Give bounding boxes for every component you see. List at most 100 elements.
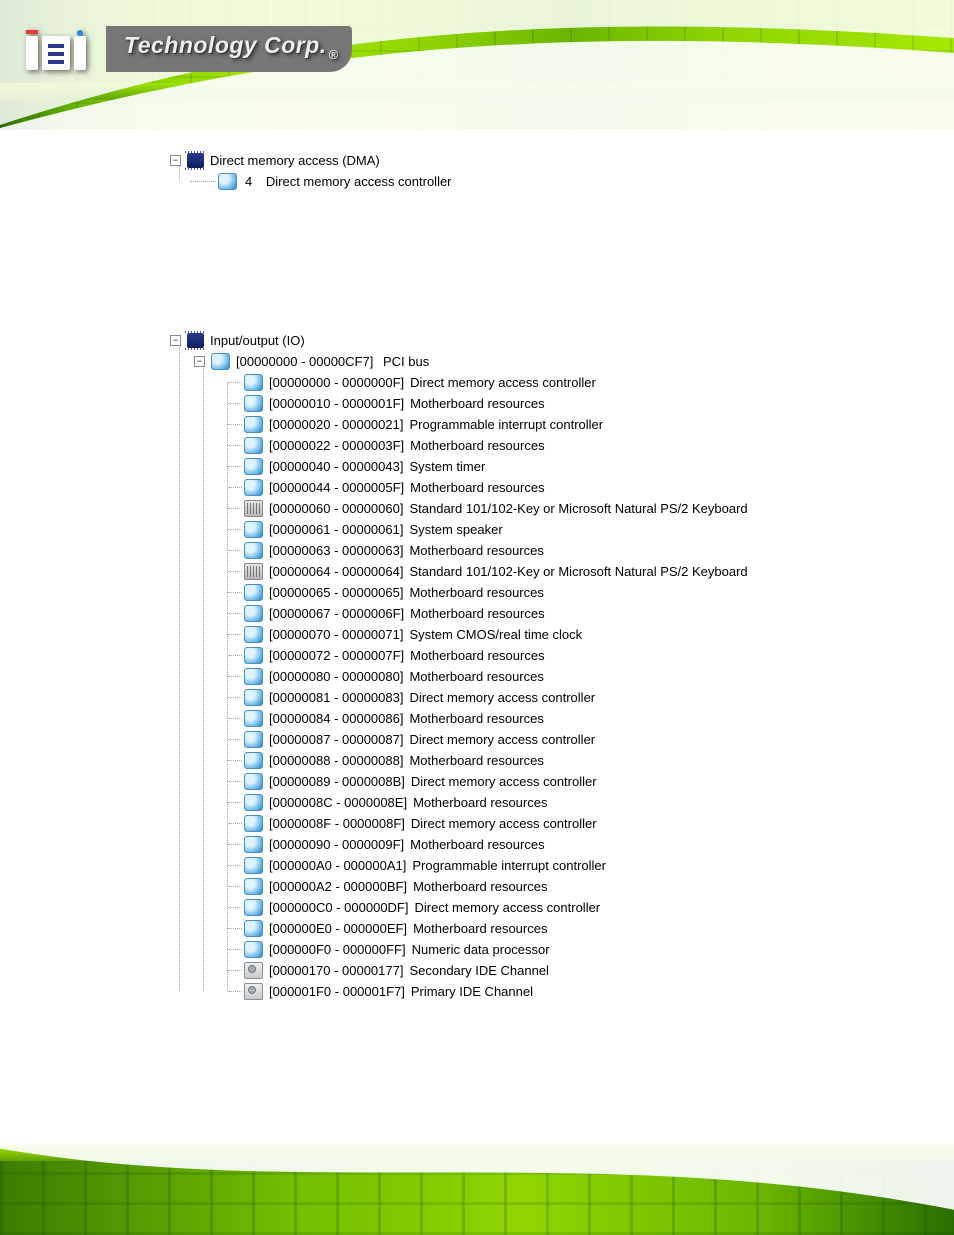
device-icon (211, 353, 230, 370)
io-item-label: [00000000 - 0000000F]Direct memory acces… (269, 375, 596, 390)
io-item-desc: Motherboard resources (404, 438, 544, 453)
io-item-range: [00000063 - 00000063] (269, 543, 403, 558)
io-item-row[interactable]: [0000008F - 0000008F]Direct memory acces… (170, 813, 954, 834)
io-item-row[interactable]: [00000063 - 00000063]Motherboard resourc… (170, 540, 954, 561)
io-item-row[interactable]: [0000008C - 0000008E]Motherboard resourc… (170, 792, 954, 813)
tree-connector (228, 403, 242, 405)
io-root-row[interactable]: − Input/output (IO) (170, 330, 954, 351)
dma-channel-desc: Direct memory access controller (266, 174, 452, 189)
tree-connector (228, 823, 242, 825)
io-item-row[interactable]: [00000087 - 00000087]Direct memory acces… (170, 729, 954, 750)
dma-channel-row[interactable]: 4 Direct memory access controller (170, 171, 954, 192)
dma-channel-number: 4 (243, 174, 262, 189)
io-item-row[interactable]: [00000060 - 00000060]Standard 101/102-Ke… (170, 498, 954, 519)
io-item-row[interactable]: [000001F0 - 000001F7]Primary IDE Channel (170, 981, 954, 1002)
io-item-desc: Programmable interrupt controller (403, 417, 603, 432)
tree-connector (228, 802, 242, 804)
io-item-range: [00000022 - 0000003F] (269, 438, 404, 453)
chip-icon (187, 153, 204, 168)
io-item-range: [0000008C - 0000008E] (269, 795, 407, 810)
io-item-desc: Direct memory access controller (403, 732, 595, 747)
device-icon (244, 773, 263, 790)
io-item-desc: Motherboard resources (407, 795, 547, 810)
tree-connector (228, 571, 242, 573)
io-bus-range: [00000000 - 00000CF7] (236, 354, 373, 369)
io-item-row[interactable]: [00000061 - 00000061]System speaker (170, 519, 954, 540)
io-item-row[interactable]: [000000C0 - 000000DF]Direct memory acces… (170, 897, 954, 918)
device-icon (244, 374, 263, 391)
io-item-row[interactable]: [00000010 - 0000001F]Motherboard resourc… (170, 393, 954, 414)
device-icon (244, 668, 263, 685)
io-item-desc: Motherboard resources (404, 648, 544, 663)
io-item-desc: Motherboard resources (403, 753, 543, 768)
tree-connector (228, 676, 242, 678)
io-item-label: [00000010 - 0000001F]Motherboard resourc… (269, 396, 545, 411)
io-bus-row[interactable]: − [00000000 - 00000CF7] PCI bus (170, 351, 954, 372)
footer-banner (0, 1145, 954, 1235)
io-item-label: [00000065 - 00000065]Motherboard resourc… (269, 585, 544, 600)
device-icon (244, 920, 263, 937)
io-item-row[interactable]: [00000020 - 00000021]Programmable interr… (170, 414, 954, 435)
io-item-row[interactable]: [00000040 - 00000043]System timer (170, 456, 954, 477)
io-item-desc: Numeric data processor (406, 942, 550, 957)
tree-connector (228, 718, 242, 720)
tree-connector (228, 529, 242, 531)
io-item-desc: Motherboard resources (404, 837, 544, 852)
tree-connector (228, 781, 242, 783)
io-item-desc: Programmable interrupt controller (406, 858, 606, 873)
io-item-row[interactable]: [000000F0 - 000000FF]Numeric data proces… (170, 939, 954, 960)
io-item-desc: Motherboard resources (403, 585, 543, 600)
io-item-row[interactable]: [00000088 - 00000088]Motherboard resourc… (170, 750, 954, 771)
tree-connector (228, 466, 242, 468)
io-item-range: [00000081 - 00000083] (269, 690, 403, 705)
io-item-row[interactable]: [00000072 - 0000007F]Motherboard resourc… (170, 645, 954, 666)
tree-connector (228, 886, 242, 888)
disk-icon (244, 962, 263, 979)
tree-connector (228, 655, 242, 657)
io-item-row[interactable]: [00000090 - 0000009F]Motherboard resourc… (170, 834, 954, 855)
io-item-label: [00000090 - 0000009F]Motherboard resourc… (269, 837, 545, 852)
io-item-row[interactable]: [00000089 - 0000008B]Direct memory acces… (170, 771, 954, 792)
io-item-row[interactable]: [00000044 - 0000005F]Motherboard resourc… (170, 477, 954, 498)
io-item-label: [00000020 - 00000021]Programmable interr… (269, 417, 603, 432)
io-item-row[interactable]: [00000067 - 0000006F]Motherboard resourc… (170, 603, 954, 624)
collapse-icon[interactable]: − (170, 155, 181, 166)
io-item-desc: Motherboard resources (404, 606, 544, 621)
io-item-row[interactable]: [00000081 - 00000083]Direct memory acces… (170, 687, 954, 708)
io-item-row[interactable]: [000000A0 - 000000A1]Programmable interr… (170, 855, 954, 876)
device-icon (244, 815, 263, 832)
io-item-row[interactable]: [00000084 - 00000086]Motherboard resourc… (170, 708, 954, 729)
io-item-row[interactable]: [00000000 - 0000000F]Direct memory acces… (170, 372, 954, 393)
dma-root-row[interactable]: − Direct memory access (DMA) (170, 150, 954, 171)
tree-connector (228, 634, 242, 636)
io-item-row[interactable]: [00000070 - 00000071]System CMOS/real ti… (170, 624, 954, 645)
io-item-row[interactable]: [00000080 - 00000080]Motherboard resourc… (170, 666, 954, 687)
io-item-range: [00000072 - 0000007F] (269, 648, 404, 663)
io-item-desc: Motherboard resources (404, 480, 544, 495)
io-item-range: [00000084 - 00000086] (269, 711, 403, 726)
io-item-label: [00000087 - 00000087]Direct memory acces… (269, 732, 595, 747)
io-item-label: [00000081 - 00000083]Direct memory acces… (269, 690, 595, 705)
device-icon (244, 689, 263, 706)
io-item-label: [00000170 - 00000177]Secondary IDE Chann… (269, 963, 549, 978)
io-item-row[interactable]: [000000A2 - 000000BF]Motherboard resourc… (170, 876, 954, 897)
io-item-label: [00000088 - 00000088]Motherboard resourc… (269, 753, 544, 768)
io-item-range: [00000088 - 00000088] (269, 753, 403, 768)
io-item-row[interactable]: [00000170 - 00000177]Secondary IDE Chann… (170, 960, 954, 981)
tree-connector (228, 424, 242, 426)
device-icon (244, 941, 263, 958)
tree-connector (228, 613, 242, 615)
io-item-label: [000000A0 - 000000A1]Programmable interr… (269, 858, 606, 873)
brand-logo-icon (26, 30, 92, 76)
io-item-row[interactable]: [00000022 - 0000003F]Motherboard resourc… (170, 435, 954, 456)
io-item-desc: Standard 101/102-Key or Microsoft Natura… (403, 564, 747, 579)
io-item-row[interactable]: [000000E0 - 000000EF]Motherboard resourc… (170, 918, 954, 939)
io-item-row[interactable]: [00000065 - 00000065]Motherboard resourc… (170, 582, 954, 603)
io-item-desc: Primary IDE Channel (405, 984, 533, 999)
io-item-range: [00000060 - 00000060] (269, 501, 403, 516)
collapse-icon[interactable]: − (194, 356, 205, 367)
io-bus-label: [00000000 - 00000CF7] PCI bus (236, 354, 429, 369)
device-icon (244, 605, 263, 622)
collapse-icon[interactable]: − (170, 335, 181, 346)
io-item-row[interactable]: [00000064 - 00000064]Standard 101/102-Ke… (170, 561, 954, 582)
